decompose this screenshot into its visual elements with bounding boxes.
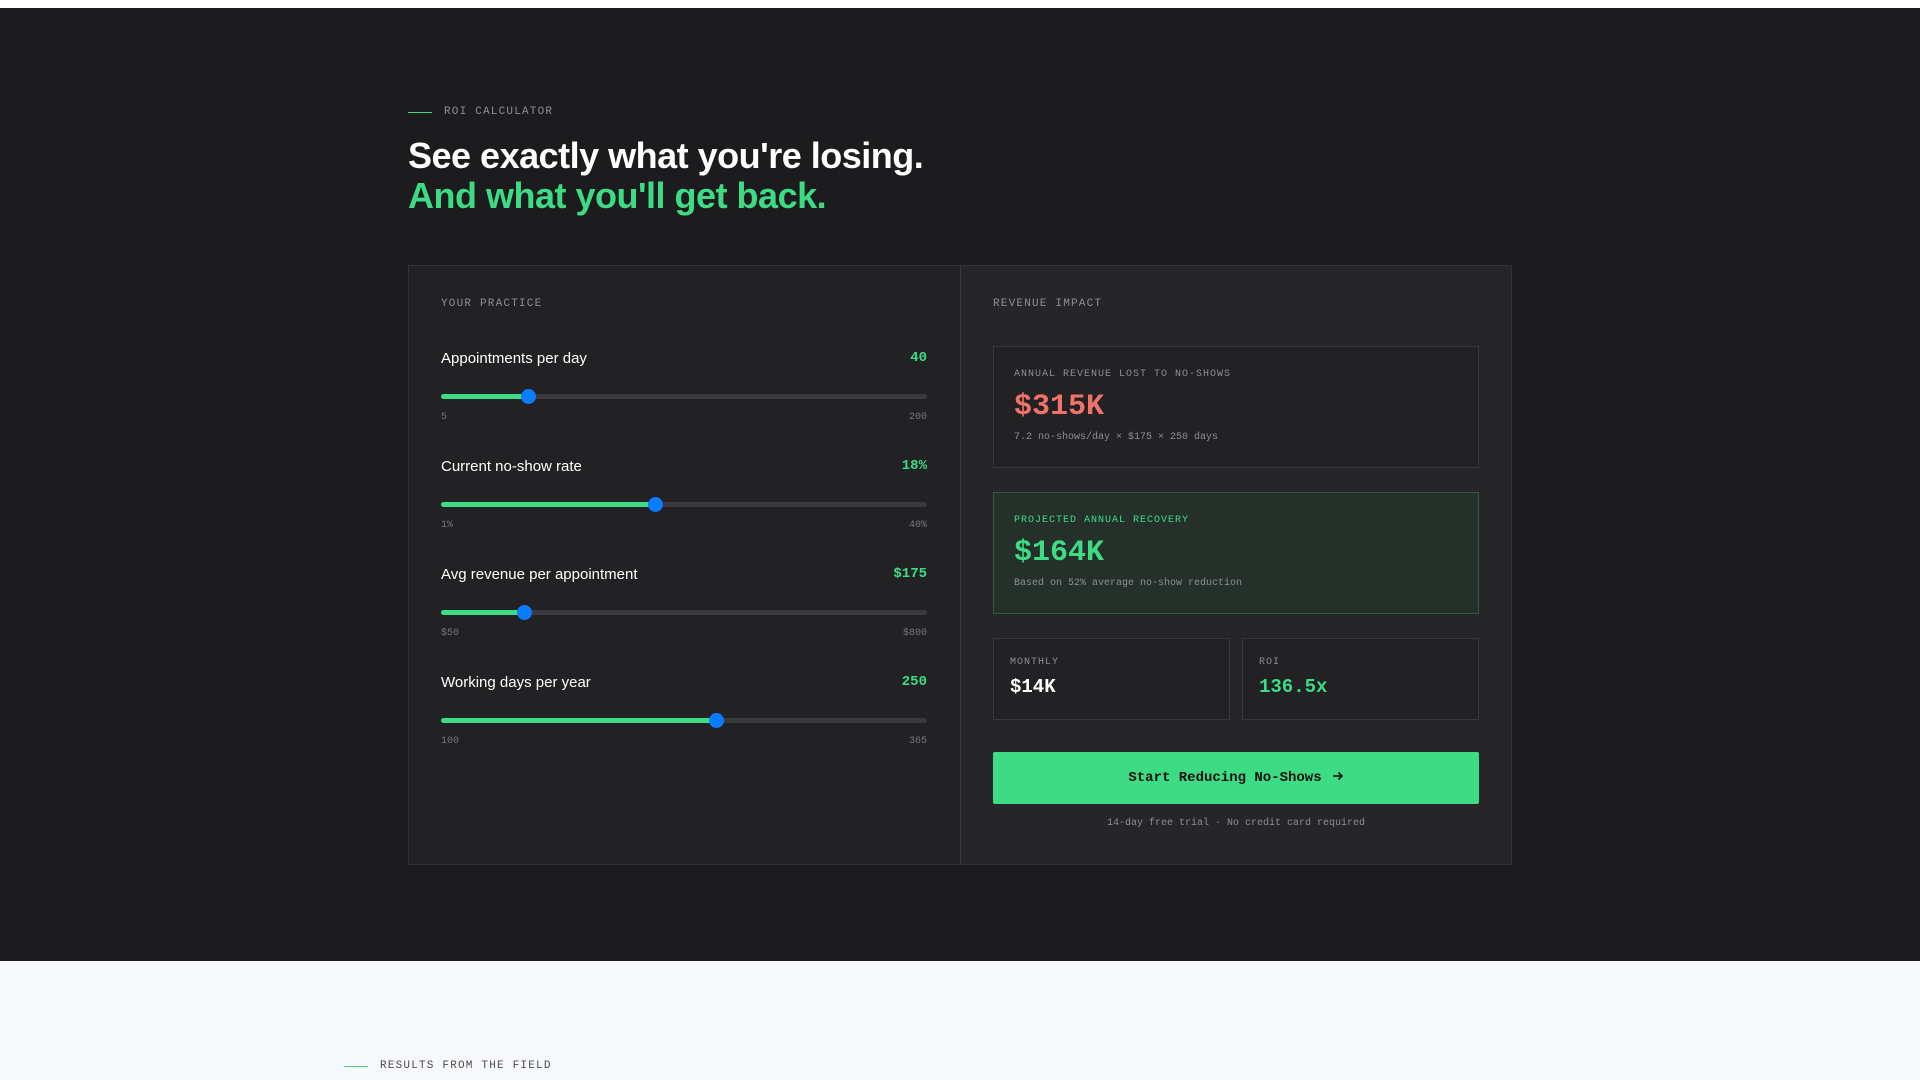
roi-card: ROI 136.5x	[1242, 638, 1479, 720]
eyebrow-rule	[344, 1065, 368, 1067]
slider-thumb[interactable]	[516, 605, 532, 620]
roi-value: 136.5x	[1259, 676, 1328, 698]
slider-min: 100	[441, 736, 460, 747]
slider-working-days: Working days per year 250 100 365	[441, 672, 927, 747]
slider-appointments: Appointments per day 40 5 200	[441, 348, 927, 423]
results-eyebrow: RESULTS FROM THE FIELD	[344, 1060, 552, 1072]
card-label: ROI	[1259, 657, 1281, 668]
annual-recovery-card: PROJECTED ANNUAL RECOVERY $164K Based on…	[993, 492, 1479, 614]
card-note: Based on 52% average no-show reduction	[1014, 578, 1243, 589]
slider-thumb[interactable]	[647, 497, 663, 512]
annual-loss-value: $315K	[1014, 390, 1105, 424]
card-note: 7.2 no-shows/day × $175 × 250 days	[1014, 432, 1219, 443]
cta-label: Start Reducing No-Shows	[1128, 770, 1322, 786]
section-eyebrow: ROI CALCULATOR	[408, 106, 553, 118]
slider-max: 40%	[908, 520, 927, 531]
slider-label: Appointments per day	[441, 349, 587, 367]
slider-value: 250	[901, 674, 927, 690]
practice-panel: YOUR PRACTICE Appointments per day 40 5 …	[409, 266, 961, 864]
monthly-card: MONTHLY $14K	[993, 638, 1230, 720]
results-eyebrow-text: RESULTS FROM THE FIELD	[380, 1060, 552, 1072]
slider-max: $800	[902, 628, 927, 639]
headline-line-2: And what you'll get back.	[408, 175, 827, 216]
slider-fill	[441, 394, 529, 399]
slider-fill	[441, 610, 524, 615]
slider-track[interactable]	[441, 605, 927, 620]
trial-fineprint: 14-day free trial · No credit card requi…	[1106, 818, 1366, 829]
eyebrow-text: ROI CALCULATOR	[444, 106, 554, 118]
roi-calculator: YOUR PRACTICE Appointments per day 40 5 …	[408, 265, 1512, 865]
slider-thumb[interactable]	[708, 713, 724, 728]
card-label: MONTHLY	[1010, 657, 1060, 668]
slider-track[interactable]	[441, 713, 927, 728]
card-label: ANNUAL REVENUE LOST TO NO-SHOWS	[1014, 369, 1232, 380]
slider-fill	[441, 718, 716, 723]
slider-fill	[441, 502, 655, 507]
annual-loss-card: ANNUAL REVENUE LOST TO NO-SHOWS $315K 7.…	[993, 346, 1479, 468]
slider-label: Working days per year	[441, 673, 591, 691]
impact-panel-label: REVENUE IMPACT	[993, 298, 1103, 310]
slider-no-show-rate: Current no-show rate 18% 1% 40%	[441, 456, 927, 531]
slider-track[interactable]	[441, 389, 927, 404]
slider-min: 1%	[441, 520, 454, 531]
slider-avg-revenue: Avg revenue per appointment $175 $50 $80…	[441, 564, 927, 639]
slider-value: $175	[893, 566, 927, 582]
page-title: See exactly what you're losing. And what…	[408, 135, 924, 216]
slider-value: 18%	[901, 458, 927, 474]
slider-track[interactable]	[441, 497, 927, 512]
monthly-value: $14K	[1010, 676, 1056, 698]
eyebrow-rule	[408, 111, 432, 113]
slider-thumb[interactable]	[521, 389, 537, 404]
practice-panel-label: YOUR PRACTICE	[441, 298, 543, 310]
annual-recovery-value: $164K	[1014, 536, 1105, 570]
slider-min: $50	[441, 628, 460, 639]
headline-line-1: See exactly what you're losing.	[408, 135, 924, 176]
top-bar	[0, 0, 1920, 8]
slider-value: 40	[910, 350, 927, 366]
start-reducing-button[interactable]: Start Reducing No-Shows	[993, 752, 1479, 804]
slider-max: 365	[908, 736, 927, 747]
slider-label: Avg revenue per appointment	[441, 565, 638, 583]
slider-min: 5	[441, 412, 448, 423]
results-section	[0, 961, 1920, 1080]
revenue-impact-panel: REVENUE IMPACT ANNUAL REVENUE LOST TO NO…	[961, 266, 1511, 864]
card-label: PROJECTED ANNUAL RECOVERY	[1014, 515, 1190, 526]
slider-max: 200	[908, 412, 927, 423]
slider-label: Current no-show rate	[441, 457, 582, 475]
arrow-right-icon	[1332, 770, 1344, 787]
